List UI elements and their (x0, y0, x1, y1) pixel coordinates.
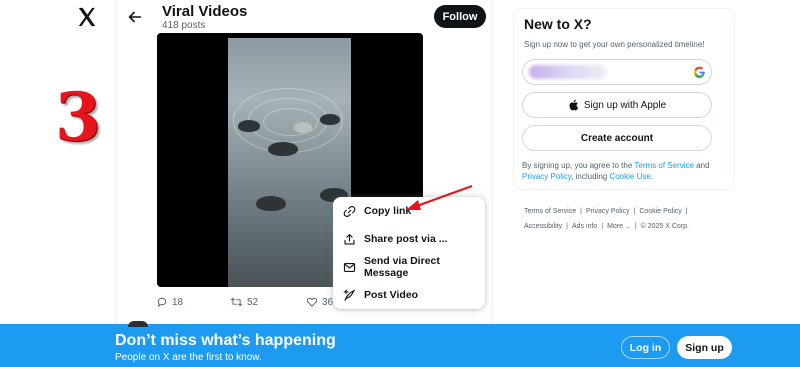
cookie-use-link[interactable]: Cookie Use (609, 172, 650, 181)
share-menu: Copy link Share post via ... Send via Di… (333, 197, 485, 309)
banner-subtitle: People on X are the first to know. (115, 352, 262, 363)
footer-link-cookie[interactable]: Cookie Policy (639, 208, 681, 215)
apple-icon (569, 99, 578, 111)
repost-count: 52 (247, 296, 259, 308)
repost-action[interactable]: 52 (230, 296, 258, 308)
terms-text: . (650, 172, 654, 181)
bottom-signup-banner: Don’t miss what’s happening People on X … (0, 321, 800, 367)
terms-text: By signing up, you agree to the (522, 161, 635, 170)
reply-action[interactable]: 18 (156, 296, 183, 308)
share-icon (344, 233, 355, 245)
create-account-button[interactable]: Create account (522, 125, 712, 151)
menu-item-label: Post Video (364, 289, 419, 301)
annotation-arrow-icon (406, 185, 473, 210)
x-profile-page: 3 Viral Videos 418 posts Follow 18 52 36… (0, 0, 800, 367)
page-title: Viral Videos (162, 3, 248, 20)
footer-link-accessibility[interactable]: Accessibility (524, 223, 562, 230)
footer-link-more[interactable]: More ... (607, 223, 631, 230)
footer-copyright: © 2025 X Corp. (640, 223, 689, 230)
terms-text: and (693, 161, 710, 170)
footer-link-privacy[interactable]: Privacy Policy (586, 208, 630, 215)
privacy-policy-link[interactable]: Privacy Policy (522, 172, 571, 181)
reply-count: 18 (172, 296, 184, 308)
signup-subtitle: Sign up now to get your own personalized… (524, 40, 705, 49)
menu-item-label: Share post via ... (364, 233, 448, 245)
terms-text: , including (571, 172, 610, 181)
google-icon (693, 66, 705, 79)
banner-title: Don’t miss what’s happening (115, 332, 336, 349)
menu-item-direct-message[interactable]: Send via Direct Message (333, 253, 485, 281)
signup-terms: By signing up, you agree to the Terms of… (522, 160, 728, 182)
heart-icon (306, 297, 318, 307)
footer-link-ads-info[interactable]: Ads info (572, 223, 597, 230)
compose-icon (343, 288, 356, 301)
back-arrow-icon[interactable] (126, 8, 144, 26)
post-count: 418 posts (162, 20, 206, 31)
step-number-annotation: 3 (55, 78, 101, 156)
terms-of-service-link[interactable]: Terms of Service (634, 161, 694, 170)
reply-icon (157, 297, 167, 308)
google-signup-button[interactable] (522, 59, 712, 85)
sign-up-button[interactable]: Sign up (677, 336, 732, 359)
signup-card: New to X? Sign up now to get your own pe… (513, 8, 735, 190)
menu-item-post-video[interactable]: Post Video (333, 281, 485, 309)
x-logo-icon[interactable] (76, 6, 98, 28)
avatar (128, 321, 148, 327)
repost-icon (230, 297, 243, 307)
signup-title: New to X? (524, 16, 592, 32)
menu-item-share-post[interactable]: Share post via ... (333, 225, 485, 253)
follow-button[interactable]: Follow (434, 5, 486, 28)
apple-signup-button[interactable]: Sign up with Apple (522, 92, 712, 118)
menu-item-label: Send via Direct Message (364, 255, 440, 279)
footer-link-terms[interactable]: Terms of Service (524, 208, 576, 215)
link-icon (343, 205, 356, 217)
envelope-icon (343, 262, 356, 272)
log-in-button[interactable]: Log in (621, 336, 670, 359)
footer-links: Terms of Service | Privacy Policy | Cookie P… (524, 208, 689, 230)
blurred-account-info (529, 65, 607, 79)
apple-signup-label: Sign up with Apple (583, 99, 667, 111)
